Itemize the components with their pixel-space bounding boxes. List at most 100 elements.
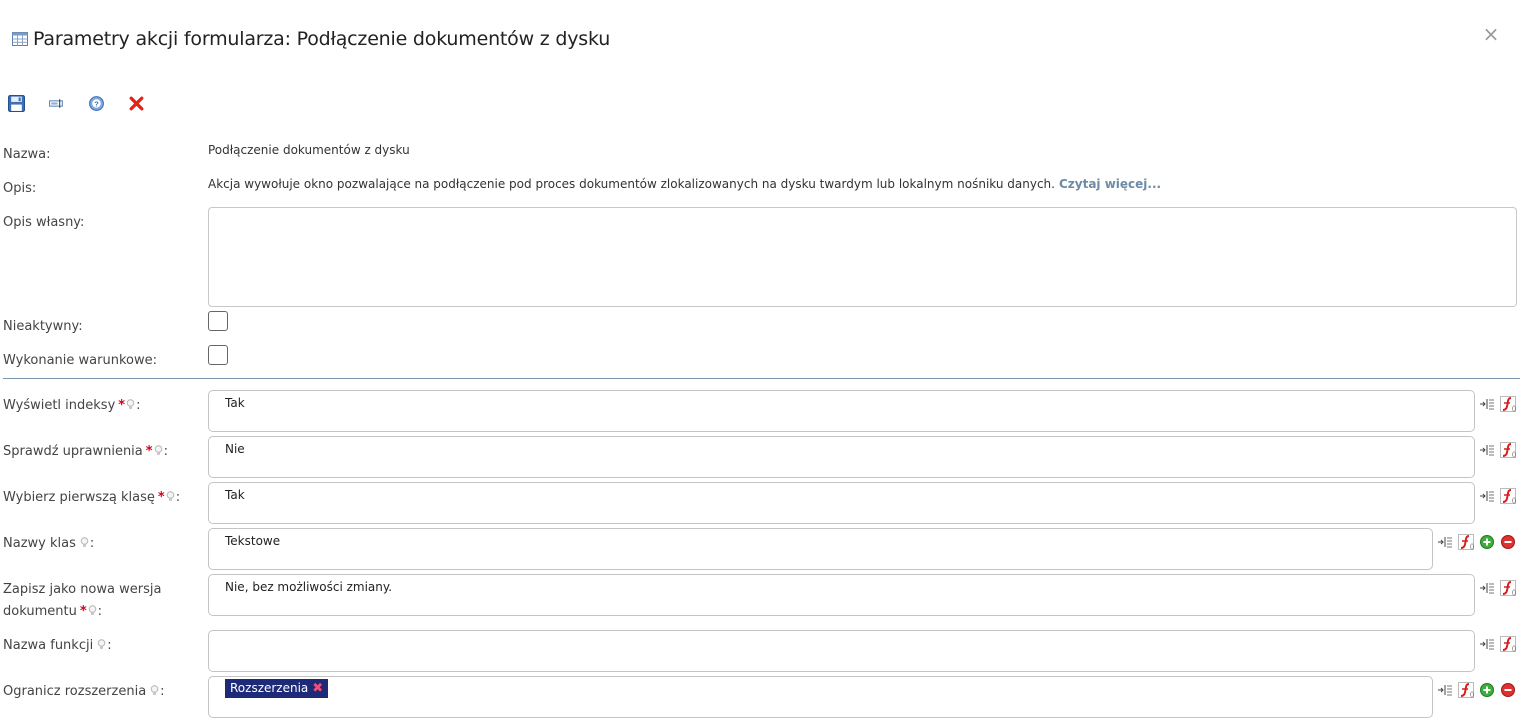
hint-bulb-icon[interactable]	[166, 491, 175, 502]
formula-icon[interactable]: ()	[1500, 442, 1516, 458]
param-input-nazwa-funkcji[interactable]	[208, 630, 1475, 672]
map-icon[interactable]	[1479, 580, 1495, 596]
help-icon[interactable]: ?	[88, 95, 105, 112]
svg-text:(): ()	[1512, 590, 1516, 596]
remove-icon[interactable]	[1500, 534, 1516, 550]
map-icon[interactable]	[1479, 636, 1495, 652]
param-actions: ()	[1479, 488, 1520, 504]
table-icon	[12, 32, 28, 46]
param-label: Wyświetl indeksy *:	[3, 395, 140, 417]
formula-icon[interactable]: ()	[1458, 682, 1474, 698]
hint-bulb-icon[interactable]	[97, 639, 106, 650]
extension-tag: Rozszerzenia ✖	[225, 679, 329, 698]
wykonanie-warunkowe-label: Wykonanie warunkowe:	[3, 353, 157, 368]
svg-text:?: ?	[94, 100, 99, 109]
svg-text:(): ()	[1470, 544, 1474, 550]
opis-wlasny-label: Opis własny:	[3, 215, 85, 230]
label-colon: :	[175, 490, 181, 505]
param-label: Ogranicz rozszerzenia:	[3, 681, 165, 703]
hint-bulb-icon[interactable]	[150, 685, 159, 696]
dialog-title: Parametry akcji formularza: Podłączenie …	[33, 28, 611, 50]
param-label-line1: Zapisz jako nowa wersja	[3, 582, 162, 597]
param-label-text: Wyświetl indeksy	[3, 398, 116, 413]
param-actions: ()	[1479, 442, 1520, 458]
nazwa-label: Nazwa:	[3, 147, 51, 162]
map-icon[interactable]	[1437, 534, 1453, 550]
required-mark: *	[79, 604, 87, 619]
formula-icon[interactable]: ()	[1458, 534, 1474, 550]
param-actions: ()	[1437, 682, 1520, 698]
param-label-text: Nazwy klas	[3, 536, 76, 551]
param-label: dokumentu *:	[3, 601, 102, 623]
param-value: Tak	[225, 396, 245, 410]
add-icon[interactable]	[1479, 534, 1495, 550]
param-label-text: Ogranicz rozszerzenia	[3, 684, 147, 699]
dialog-header: Parametry akcji formularza: Podłączenie …	[12, 26, 610, 52]
label-colon: :	[160, 684, 165, 699]
map-icon[interactable]	[1437, 682, 1453, 698]
param-actions: ()	[1437, 534, 1520, 550]
param-value: Nie, bez możliwości zmiany.	[225, 580, 393, 594]
required-mark: *	[157, 490, 165, 505]
formula-icon[interactable]: ()	[1500, 580, 1516, 596]
param-input-zapisz-jako-nowa-wersja[interactable]: Nie, bez możliwości zmiany.	[208, 574, 1475, 616]
opis-label: Opis:	[3, 181, 37, 196]
hint-bulb-icon[interactable]	[126, 399, 135, 410]
param-label: Nazwa funkcji:	[3, 635, 112, 657]
svg-text:(): ()	[1512, 498, 1516, 504]
param-label: Wybierz pierwszą klasę *:	[3, 487, 180, 509]
read-more-link[interactable]: Czytaj więcej...	[1059, 177, 1161, 191]
formula-icon[interactable]: ()	[1500, 488, 1516, 504]
tag-label: Rozszerzenia	[230, 681, 309, 695]
param-label-text: Nazwa funkcji	[3, 638, 94, 653]
required-mark: *	[145, 444, 153, 459]
param-value: Nie	[225, 442, 245, 456]
param-label-text: Sprawdź uprawnienia	[3, 444, 143, 459]
param-value: Tekstowe	[225, 534, 281, 548]
map-icon[interactable]	[1479, 396, 1495, 412]
param-label-text: Wybierz pierwszą klasę	[3, 490, 155, 505]
opis-wlasny-textarea[interactable]	[208, 207, 1517, 307]
formula-icon[interactable]: ()	[1500, 636, 1516, 652]
nazwa-value: Podłączenie dokumentów z dysku	[208, 143, 410, 157]
map-icon[interactable]	[1479, 488, 1495, 504]
svg-text:(): ()	[1470, 692, 1474, 698]
param-input-nazwy-klas[interactable]: Tekstowe	[208, 528, 1433, 570]
hint-bulb-icon[interactable]	[154, 445, 163, 456]
label-colon: :	[163, 444, 168, 459]
label-colon: :	[136, 398, 141, 413]
nieaktywny-label: Nieaktywny:	[3, 319, 83, 334]
hint-bulb-icon[interactable]	[80, 537, 89, 548]
map-icon[interactable]	[1479, 442, 1495, 458]
svg-text:(): ()	[1512, 452, 1516, 458]
remove-icon[interactable]	[1500, 682, 1516, 698]
add-icon[interactable]	[1479, 682, 1495, 698]
svg-text:(): ()	[1512, 406, 1516, 412]
section-divider	[3, 378, 1520, 379]
formula-icon[interactable]: ()	[1500, 396, 1516, 412]
param-input-wybierz-pierwsza-klase[interactable]: Tak	[208, 482, 1475, 524]
tag-remove-icon[interactable]: ✖	[312, 679, 323, 698]
save-icon[interactable]	[8, 95, 25, 112]
param-input-ogranicz-rozszerzenia[interactable]: Rozszerzenia ✖	[208, 676, 1433, 718]
svg-text:(): ()	[1512, 646, 1516, 652]
nieaktywny-checkbox[interactable]	[208, 311, 228, 331]
label-colon: :	[107, 638, 112, 653]
param-label: Sprawdź uprawnienia *:	[3, 441, 168, 463]
param-label-text: dokumentu	[3, 604, 77, 619]
param-actions: ()	[1479, 396, 1520, 412]
close-button[interactable]: ×	[1481, 24, 1501, 44]
opis-value: Akcja wywołuje okno pozwalające na podłą…	[208, 177, 1161, 191]
param-input-wyswietl-indeksy[interactable]: Tak	[208, 390, 1475, 432]
param-actions: ()	[1479, 636, 1520, 652]
hint-bulb-icon[interactable]	[88, 605, 97, 616]
label-colon: :	[97, 604, 103, 619]
opis-text: Akcja wywołuje okno pozwalające na podłą…	[208, 177, 1055, 191]
param-input-sprawdz-uprawnienia[interactable]: Nie	[208, 436, 1475, 478]
rename-icon[interactable]	[48, 95, 65, 112]
label-colon: :	[89, 536, 95, 551]
param-actions: ()	[1479, 580, 1520, 596]
wykonanie-warunkowe-checkbox[interactable]	[208, 345, 228, 365]
delete-icon[interactable]	[128, 95, 145, 112]
param-value: Tak	[225, 488, 245, 502]
